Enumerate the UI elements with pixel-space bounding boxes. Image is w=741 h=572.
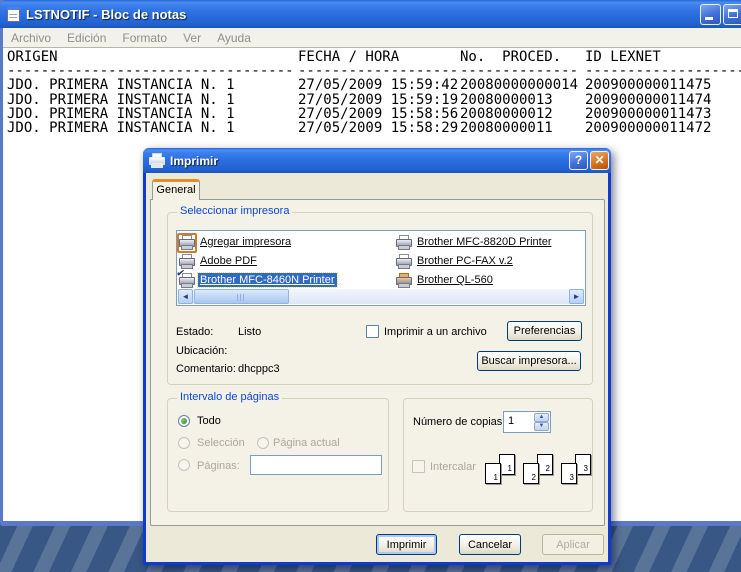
range-all-radio[interactable] <box>178 415 190 427</box>
screen: LSTNOTIF - Bloc de notas ArchivoEdiciónF… <box>0 0 741 572</box>
printer-default-icon: ✔ <box>179 273 195 288</box>
range-selection-radio[interactable] <box>178 437 190 449</box>
range-current-page-label: Página actual <box>273 437 340 449</box>
minimize-icon[interactable] <box>700 4 721 25</box>
page-range-group-label: Intervalo de páginas <box>177 391 282 403</box>
collate-checkbox[interactable] <box>412 460 425 473</box>
scroll-left-icon[interactable]: ◄ <box>178 289 193 304</box>
page-range-group: Intervalo de páginas Todo Selección Pági… <box>167 398 389 512</box>
notepad-text-column-0: ORIGEN ---------------------------------… <box>7 50 294 135</box>
collate-page-pair: 33 <box>561 454 591 488</box>
scroll-right-icon[interactable]: ► <box>569 289 584 304</box>
printer-name: Agregar impresora <box>198 235 293 249</box>
printer-name: Adobe PDF <box>198 254 259 268</box>
range-pages-label: Páginas: <box>197 460 240 472</box>
scrollbar-thumb[interactable] <box>194 289 289 304</box>
print-dialog-titlebar[interactable]: Imprimir ? ✕ <box>143 148 611 173</box>
notepad-app-icon <box>5 6 21 22</box>
close-icon[interactable]: ✕ <box>590 151 609 170</box>
printer-icon <box>179 254 195 269</box>
printer-icon <box>396 254 412 269</box>
printer-icon <box>149 153 165 168</box>
printer-item[interactable]: ✔Brother MFC-8460N Printer <box>179 271 337 289</box>
status-label: Estado: <box>176 326 213 338</box>
copies-group: Número de copias: 1 ▲ ▼ Intercalar 11223… <box>403 398 593 512</box>
comment-label: Comentario: <box>176 363 236 375</box>
copies-stepper[interactable]: 1 ▲ ▼ <box>503 411 551 433</box>
range-pages-radio[interactable] <box>178 459 190 471</box>
collate-page-pair: 22 <box>523 454 553 488</box>
notepad-titlebar[interactable]: LSTNOTIF - Bloc de notas <box>0 0 741 28</box>
printer-item[interactable]: Agregar impresora <box>179 233 293 251</box>
print-to-file-label: Imprimir a un archivo <box>384 326 487 338</box>
notepad-title: LSTNOTIF - Bloc de notas <box>21 7 186 22</box>
print-dialog-title: Imprimir <box>165 154 218 168</box>
printer-name: Brother PC-FAX v.2 <box>415 254 515 268</box>
apply-button[interactable]: Aplicar <box>542 534 604 555</box>
pages-input[interactable] <box>250 455 382 475</box>
copies-label: Número de copias: <box>413 416 505 428</box>
spin-down-icon[interactable]: ▼ <box>534 422 549 431</box>
spin-up-icon[interactable]: ▲ <box>534 413 549 422</box>
status-value: Listo <box>238 326 261 338</box>
printer-item[interactable]: Adobe PDF <box>179 252 259 270</box>
notepad-menubar: ArchivoEdiciónFormatoVerAyuda <box>3 28 741 48</box>
preferences-button[interactable]: Preferencias <box>507 321 582 341</box>
printer-list-scrollbar[interactable]: ◄ ► <box>178 289 584 304</box>
menu-item-edicion[interactable]: Edición <box>59 31 114 45</box>
comment-value: dhcppc3 <box>238 363 280 375</box>
range-selection-label: Selección <box>197 437 245 449</box>
notepad-text-column-1: FECHA / HORA ------------------- 27/05/2… <box>298 50 458 135</box>
print-to-file-checkbox[interactable] <box>366 325 379 338</box>
printer-list[interactable]: ◄ ► Agregar impresoraAdobe PDF✔Brother M… <box>176 230 586 306</box>
printer-item[interactable]: Brother PC-FAX v.2 <box>396 252 515 270</box>
printer-orange-icon <box>396 273 412 288</box>
menu-item-formato[interactable]: Formato <box>114 31 175 45</box>
menu-item-archivo[interactable]: Archivo <box>3 31 59 45</box>
printer-icon <box>396 235 412 250</box>
select-printer-group-label: Seleccionar impresora <box>177 205 292 217</box>
printer-name: Brother QL-560 <box>415 273 495 287</box>
printer-name: Brother MFC-8460N Printer <box>198 273 337 287</box>
printer-item[interactable]: Brother MFC-8820D Printer <box>396 233 554 251</box>
print-dialog: Imprimir ? ✕ General Seleccionar impreso… <box>143 148 611 565</box>
printer-item[interactable]: Brother QL-560 <box>396 271 495 289</box>
printer-name: Brother MFC-8820D Printer <box>415 235 554 249</box>
range-current-page-radio[interactable] <box>257 437 269 449</box>
copies-value: 1 <box>508 415 514 427</box>
maximize-icon[interactable] <box>723 4 741 25</box>
collate-label: Intercalar <box>430 461 476 473</box>
print-button[interactable]: Imprimir <box>376 534 437 555</box>
notepad-text-column-3: ID LEXNET -------------------- 200900000… <box>585 50 741 135</box>
collate-page-pair: 11 <box>485 454 515 488</box>
location-label: Ubicación: <box>176 345 227 357</box>
menu-item-ayuda[interactable]: Ayuda <box>209 31 259 45</box>
collate-graphic: 112233 <box>485 454 593 494</box>
find-printer-button[interactable]: Buscar impresora... <box>477 351 581 371</box>
cancel-button[interactable]: Cancelar <box>459 534 521 555</box>
tab-general[interactable]: General <box>152 179 200 200</box>
tab-page-general: Seleccionar impresora ◄ ► Agregar impres… <box>150 199 605 526</box>
notepad-text-column-2: No. PROCED. -------------- 2008000000001… <box>460 50 578 135</box>
menu-item-ver[interactable]: Ver <box>175 31 209 45</box>
add-printer-icon <box>179 235 195 250</box>
help-icon[interactable]: ? <box>569 151 588 170</box>
range-all-label: Todo <box>197 415 221 427</box>
select-printer-group: Seleccionar impresora ◄ ► Agregar impres… <box>167 212 593 385</box>
